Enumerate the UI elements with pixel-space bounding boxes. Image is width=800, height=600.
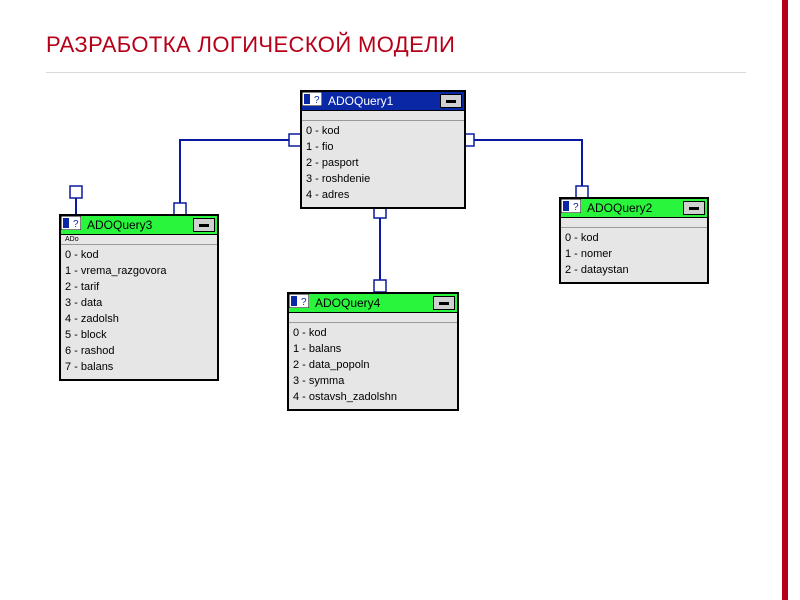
- table-adoquery3[interactable]: ? ADOQuery3 ADo 0 - kod1 - vrema_razgovo…: [59, 214, 219, 381]
- table-header[interactable]: ? ADOQuery1: [302, 92, 464, 111]
- table-title: ADOQuery1: [328, 94, 438, 108]
- table-title: ADOQuery4: [315, 296, 431, 310]
- field-row[interactable]: 5 - block: [65, 327, 213, 343]
- table-adoquery4[interactable]: ? ADOQuery4 0 - kod1 - balans2 - data_po…: [287, 292, 459, 411]
- table-header[interactable]: ? ADOQuery2: [561, 199, 707, 218]
- field-row[interactable]: 2 - dataystan: [565, 262, 703, 278]
- field-row[interactable]: 1 - fio: [306, 139, 460, 155]
- table-sublabel: [302, 111, 464, 121]
- field-row[interactable]: 0 - kod: [65, 247, 213, 263]
- field-row[interactable]: 4 - ostavsh_zadolshn: [293, 389, 453, 405]
- collapse-button[interactable]: [193, 218, 215, 232]
- table-sublabel: [561, 218, 707, 228]
- field-row[interactable]: 4 - adres: [306, 187, 460, 203]
- table-type-icon: ?: [63, 218, 83, 232]
- collapse-button[interactable]: [440, 94, 462, 108]
- collapse-button[interactable]: [683, 201, 705, 215]
- field-row[interactable]: 0 - kod: [565, 230, 703, 246]
- table-header[interactable]: ? ADOQuery3: [61, 216, 217, 235]
- field-row[interactable]: 6 - rashod: [65, 343, 213, 359]
- table-fields: 0 - kod1 - fio2 - pasport3 - roshdenie4 …: [302, 121, 464, 207]
- field-row[interactable]: 1 - nomer: [565, 246, 703, 262]
- field-row[interactable]: 4 - zadolsh: [65, 311, 213, 327]
- table-title: ADOQuery3: [87, 218, 191, 232]
- diagram-canvas: ? ADOQuery1 0 - kod1 - fio2 - pasport3 -…: [0, 0, 800, 600]
- table-sublabel: [289, 313, 457, 323]
- table-title: ADOQuery2: [587, 201, 681, 215]
- table-sublabel: ADo: [61, 235, 217, 245]
- field-row[interactable]: 2 - data_popoln: [293, 357, 453, 373]
- table-type-icon: ?: [304, 94, 324, 108]
- field-row[interactable]: 2 - tarif: [65, 279, 213, 295]
- table-type-icon: ?: [563, 201, 583, 215]
- field-row[interactable]: 1 - vrema_razgovora: [65, 263, 213, 279]
- table-adoquery2[interactable]: ? ADOQuery2 0 - kod1 - nomer2 - dataysta…: [559, 197, 709, 284]
- table-header[interactable]: ? ADOQuery4: [289, 294, 457, 313]
- table-fields: 0 - kod1 - vrema_razgovora2 - tarif3 - d…: [61, 245, 217, 379]
- field-row[interactable]: 7 - balans: [65, 359, 213, 375]
- slide-root: РАЗРАБОТКА ЛОГИЧЕСКОЙ МОДЕЛИ: [0, 0, 800, 600]
- svg-text:?: ?: [73, 219, 79, 230]
- table-type-icon: ?: [291, 296, 311, 310]
- field-row[interactable]: 3 - roshdenie: [306, 171, 460, 187]
- table-fields: 0 - kod1 - balans2 - data_popoln3 - symm…: [289, 323, 457, 409]
- collapse-button[interactable]: [433, 296, 455, 310]
- field-row[interactable]: 3 - symma: [293, 373, 453, 389]
- svg-text:?: ?: [314, 95, 320, 106]
- field-row[interactable]: 3 - data: [65, 295, 213, 311]
- table-adoquery1[interactable]: ? ADOQuery1 0 - kod1 - fio2 - pasport3 -…: [300, 90, 466, 209]
- field-row[interactable]: 0 - kod: [306, 123, 460, 139]
- svg-text:?: ?: [301, 297, 307, 308]
- table-fields: 0 - kod1 - nomer2 - dataystan: [561, 228, 707, 282]
- field-row[interactable]: 2 - pasport: [306, 155, 460, 171]
- field-row[interactable]: 1 - balans: [293, 341, 453, 357]
- svg-text:?: ?: [573, 202, 579, 213]
- field-row[interactable]: 0 - kod: [293, 325, 453, 341]
